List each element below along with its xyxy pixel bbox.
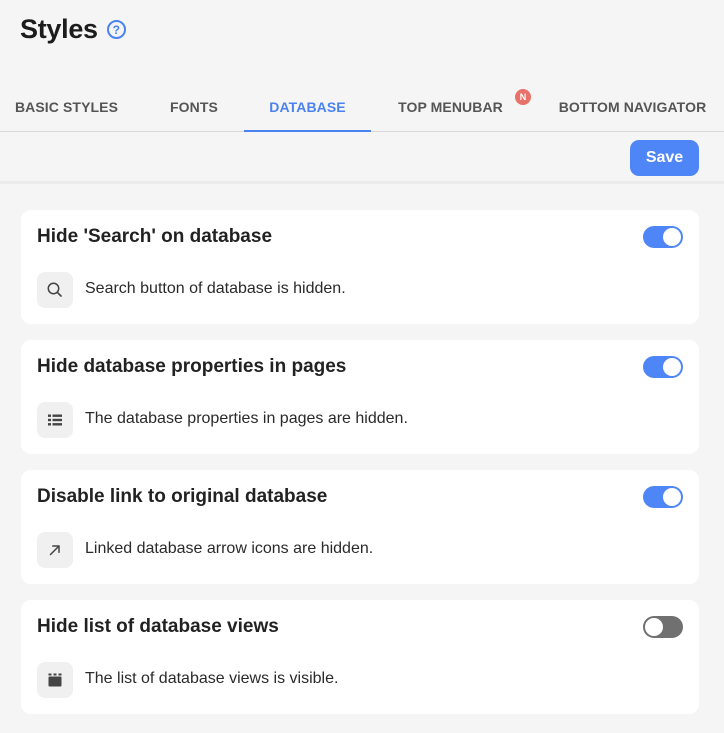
- toggle-knob: [663, 228, 681, 246]
- setting-card-hide-properties: Hide database properties in pages The da…: [21, 340, 699, 454]
- tab-fonts[interactable]: FONTS: [168, 86, 220, 132]
- setting-title: Hide database properties in pages: [37, 356, 347, 377]
- setting-card-disable-link: Disable link to original database Linked…: [21, 470, 699, 584]
- tab-database[interactable]: DATABASE: [244, 86, 371, 133]
- tab-label: BASIC STYLES: [14, 99, 119, 115]
- page-title: Styles: [20, 14, 98, 44]
- setting-card-hide-views: Hide list of database views The list of …: [21, 600, 699, 714]
- setting-description: The database properties in pages are hid…: [85, 410, 408, 427]
- arrow-up-right-icon: [37, 532, 73, 568]
- help-icon[interactable]: ?: [106, 20, 126, 39]
- tab-label: BOTTOM NAVIGATOR: [558, 99, 707, 115]
- setting-title: Hide list of database views: [37, 616, 279, 637]
- toggle-switch[interactable]: [643, 356, 683, 378]
- list-icon: [37, 402, 73, 438]
- tab-top-menubar[interactable]: TOP MENUBAR: [395, 86, 506, 132]
- toggle-knob: [663, 488, 681, 506]
- toggle-switch[interactable]: [643, 226, 683, 248]
- toggle-switch[interactable]: [643, 486, 683, 508]
- tab-bar: BASIC STYLES FONTS DATABASE TOP MENUBAR …: [0, 86, 724, 133]
- tab-label: DATABASE: [269, 99, 346, 115]
- toggle-switch[interactable]: [643, 616, 683, 638]
- toolbar: Save: [0, 132, 724, 184]
- tab-label: FONTS: [170, 99, 218, 115]
- tab-bottom-navigator[interactable]: BOTTOM NAVIGATOR: [554, 86, 711, 132]
- toggle-knob: [645, 618, 663, 636]
- views-icon: [37, 662, 73, 698]
- page-header: Styles ?: [20, 14, 126, 45]
- setting-card-hide-search: Hide 'Search' on database Search button …: [21, 210, 699, 324]
- save-button[interactable]: Save: [630, 140, 699, 176]
- setting-description: Linked database arrow icons are hidden.: [85, 540, 374, 557]
- tab-basic-styles[interactable]: BASIC STYLES: [13, 86, 120, 132]
- toggle-knob: [663, 358, 681, 376]
- setting-description: The list of database views is visible.: [85, 670, 339, 687]
- tab-label: TOP MENUBAR: [398, 99, 503, 115]
- setting-title: Hide 'Search' on database: [37, 226, 273, 247]
- new-badge: N: [515, 89, 531, 105]
- setting-title: Disable link to original database: [37, 486, 328, 507]
- setting-description: Search button of database is hidden.: [85, 280, 346, 297]
- search-icon: [37, 272, 73, 308]
